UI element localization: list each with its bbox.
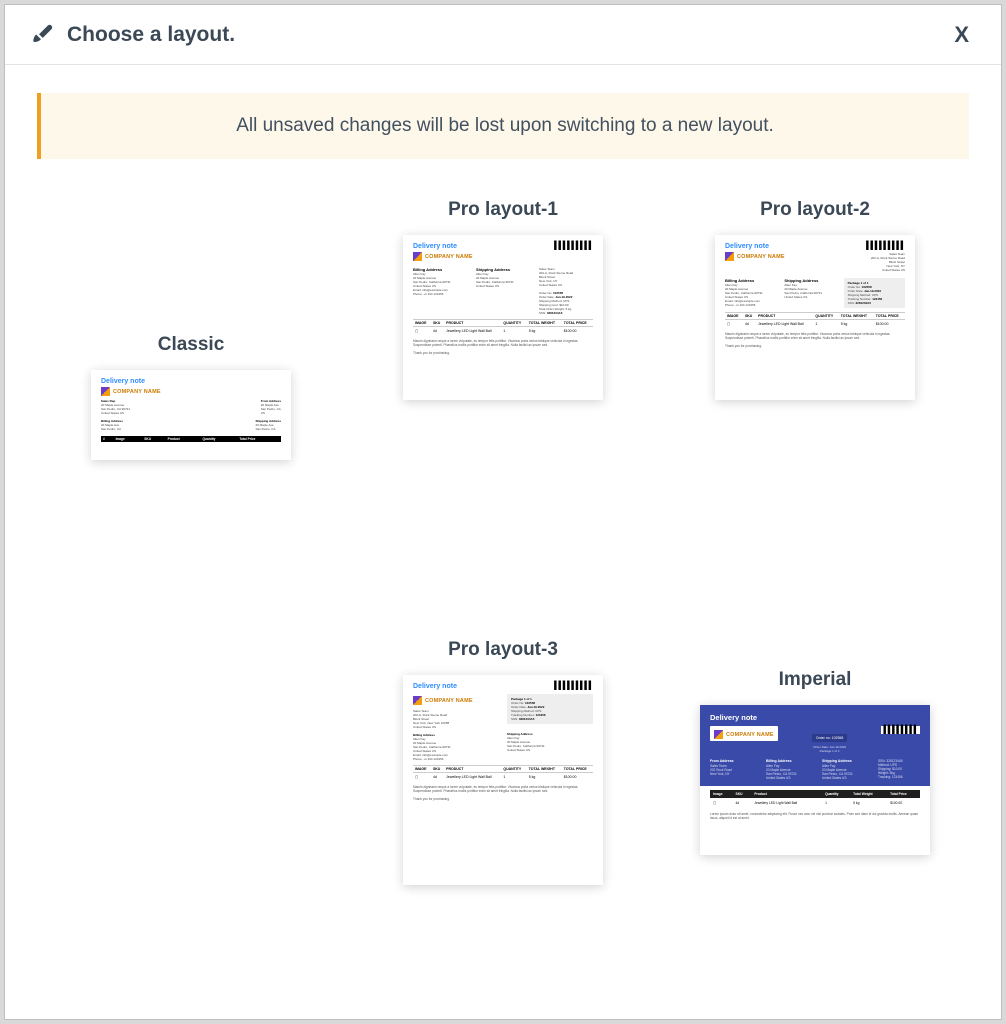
company-logo-icon [101, 387, 110, 396]
layout-grid: Classic Delivery note COMPANY NAME Sales… [5, 199, 1001, 979]
layout-label: Imperial [779, 669, 852, 691]
layout-option-classic[interactable]: Classic Delivery note COMPANY NAME Sales… [91, 334, 291, 460]
layout-option-imperial[interactable]: Imperial Delivery note COMPANY NAME [700, 669, 930, 855]
layout-label: Pro layout-2 [760, 199, 870, 221]
brush-icon [29, 22, 55, 48]
layout-picker-modal: Choose a layout. X All unsaved changes w… [4, 4, 1002, 1020]
layout-option-pro1[interactable]: Pro layout-1 Delivery note COMPANY NAME … [403, 199, 603, 400]
layout-label: Pro layout-3 [448, 639, 558, 661]
layout-thumbnail-imperial: Delivery note COMPANY NAME Order no: 102… [700, 705, 930, 855]
layout-thumbnail-classic: Delivery note COMPANY NAME Sales Rep20 M… [91, 370, 291, 460]
layout-option-pro3[interactable]: Pro layout-3 Delivery note ▌▌▌▌▌▌▌▌▌ COM… [403, 639, 603, 885]
company-logo-icon [725, 252, 734, 261]
modal-title-group: Choose a layout. [29, 22, 235, 48]
preview-table: IMAGESKUPRODUCTQUANTITYTOTAL WEIGHTTOTAL… [413, 765, 593, 781]
preview-doc-title: Delivery note [101, 378, 281, 385]
company-logo-icon [413, 252, 422, 261]
barcode-icon: ▌▌▌▌▌▌▌▌▌ [866, 243, 905, 249]
layout-thumbnail-pro2: Delivery note COMPANY NAME ▌▌▌▌▌▌▌▌▌ Sal… [715, 235, 915, 400]
preview-table: IMAGESKUPRODUCTQUANTITYTOTAL WEIGHTTOTAL… [413, 319, 593, 335]
warning-banner: All unsaved changes will be lost upon sw… [37, 93, 969, 159]
company-logo-icon [714, 730, 723, 739]
layout-thumbnail-pro1: Delivery note COMPANY NAME ▌▌▌▌▌▌▌▌▌ Bil… [403, 235, 603, 400]
preview-table: IMAGESKUPRODUCTQUANTITYTOTAL WEIGHTTOTAL… [725, 312, 905, 328]
company-logo-icon [413, 696, 422, 705]
layout-label: Pro layout-1 [448, 199, 558, 221]
preview-table: #ImageSKUProductQuantityTotal Price [101, 436, 281, 442]
layout-label: Classic [158, 334, 225, 356]
modal-title: Choose a layout. [67, 23, 235, 47]
layout-thumbnail-pro3: Delivery note ▌▌▌▌▌▌▌▌▌ COMPANY NAME Sal… [403, 675, 603, 885]
preview-table: ImageSKUProductQuantityTotal WeightTotal… [710, 790, 920, 808]
modal-body: All unsaved changes will be lost upon sw… [5, 65, 1001, 1019]
layout-option-pro2[interactable]: Pro layout-2 Delivery note COMPANY NAME … [715, 199, 915, 400]
close-button[interactable]: X [946, 18, 977, 52]
barcode-icon: ▌▌▌▌▌▌▌▌▌ [554, 683, 593, 690]
barcode-icon: ▌▌▌▌▌▌▌▌ [881, 726, 920, 734]
modal-header: Choose a layout. X [5, 5, 1001, 65]
barcode-icon: ▌▌▌▌▌▌▌▌▌ [554, 243, 593, 261]
company-name: COMPANY NAME [113, 389, 161, 395]
